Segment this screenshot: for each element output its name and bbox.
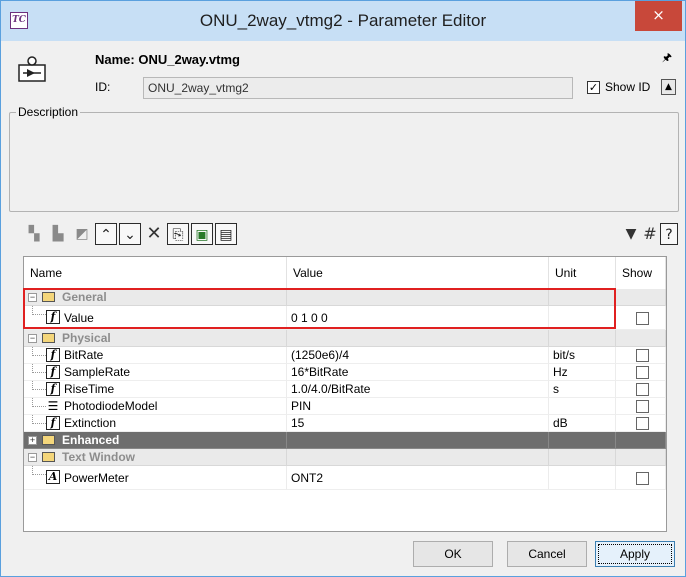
group-row-enhanced[interactable]: + Enhanced <box>24 432 666 449</box>
list-type-icon: ☰ <box>46 399 60 413</box>
param-unit[interactable] <box>549 398 616 415</box>
import-icon[interactable]: ▣ <box>191 223 213 245</box>
table-row[interactable]: f RiseTime 1.0/4.0/BitRate s <box>24 381 666 398</box>
function-type-icon: f <box>46 365 60 379</box>
param-value[interactable]: 16*BitRate <box>287 364 549 381</box>
edit-icon[interactable]: ◩ <box>71 223 93 245</box>
function-type-icon: f <box>46 348 60 362</box>
param-name: RiseTime <box>64 382 115 396</box>
group-row-text-window[interactable]: − Text Window <box>24 449 666 466</box>
group-label: Physical <box>62 331 111 345</box>
show-checkbox[interactable] <box>636 400 649 413</box>
show-checkbox[interactable] <box>636 349 649 362</box>
param-value[interactable]: (1250e6)/4 <box>287 347 549 364</box>
title-bar[interactable]: TC ONU_2way_vtmg2 - Parameter Editor × <box>1 1 685 41</box>
param-value[interactable]: 15 <box>287 415 549 432</box>
save-icon[interactable]: ▤ <box>215 223 237 245</box>
table-row[interactable]: A PowerMeter ONT2 <box>24 466 666 490</box>
new-group-icon[interactable]: ▙ <box>47 223 69 245</box>
filter-icon[interactable]: ▼ <box>622 223 640 245</box>
param-name: Extinction <box>64 416 117 430</box>
param-value[interactable]: PIN <box>287 398 549 415</box>
string-type-icon: A <box>46 470 60 484</box>
highlight-box <box>23 288 616 329</box>
show-checkbox[interactable] <box>636 417 649 430</box>
grid-icon[interactable]: # <box>641 223 659 245</box>
column-header-show[interactable]: Show <box>616 257 666 289</box>
param-unit[interactable]: Hz <box>549 364 616 381</box>
table-header: Name Value Unit Show <box>24 257 666 289</box>
function-type-icon: f <box>46 416 60 430</box>
component-name-label: Name: ONU_2way.vtmg <box>95 52 240 67</box>
param-value[interactable]: 1.0/4.0/BitRate <box>287 381 549 398</box>
param-name: PowerMeter <box>64 471 129 485</box>
component-icon <box>18 56 46 82</box>
folder-icon <box>42 452 55 462</box>
show-checkbox[interactable] <box>636 383 649 396</box>
move-down-icon[interactable]: ⌄ <box>119 223 141 245</box>
delete-icon[interactable]: ✕ <box>143 223 165 245</box>
tree-connector <box>32 398 46 407</box>
collapse-icon[interactable]: − <box>28 453 37 462</box>
description-box[interactable] <box>9 112 679 212</box>
column-header-unit[interactable]: Unit <box>549 257 616 289</box>
table-row[interactable]: f Extinction 15 dB <box>24 415 666 432</box>
param-name: BitRate <box>64 348 104 362</box>
apply-button[interactable]: Apply <box>595 541 675 567</box>
param-value[interactable]: ONT2 <box>287 466 549 490</box>
pin-icon[interactable]: 🖈 <box>660 52 674 66</box>
folder-icon <box>42 333 55 343</box>
tree-connector <box>32 466 46 475</box>
table-row[interactable]: ☰ PhotodiodeModel PIN <box>24 398 666 415</box>
group-label: Text Window <box>62 450 135 464</box>
close-button[interactable]: × <box>635 1 682 31</box>
dialog-buttons: OK Cancel Apply <box>9 541 679 573</box>
param-unit[interactable]: s <box>549 381 616 398</box>
group-row-physical[interactable]: − Physical <box>24 330 666 347</box>
tree-connector <box>32 381 46 390</box>
cancel-button[interactable]: Cancel <box>507 541 587 567</box>
show-checkbox[interactable] <box>636 312 649 325</box>
param-name: PhotodiodeModel <box>64 399 158 413</box>
show-checkbox[interactable] <box>636 472 649 485</box>
param-name: SampleRate <box>64 365 131 379</box>
folder-icon <box>42 435 55 445</box>
show-checkbox[interactable] <box>636 366 649 379</box>
view-toolbar: ▼ # ? <box>602 223 682 249</box>
group-label: Enhanced <box>62 433 120 447</box>
param-unit[interactable]: dB <box>549 415 616 432</box>
parameter-toolbar: ▚ ▙ ◩ ⌃ ⌄ ✕ ⎘ ▣ ▤ <box>23 223 283 249</box>
show-id-checkbox[interactable]: ✓ <box>587 81 600 94</box>
ok-button[interactable]: OK <box>413 541 493 567</box>
column-header-value[interactable]: Value <box>287 257 549 289</box>
id-label: ID: <box>95 80 111 94</box>
tree-connector <box>32 415 46 424</box>
window-title: ONU_2way_vtmg2 - Parameter Editor <box>199 11 487 30</box>
table-row[interactable]: f SampleRate 16*BitRate Hz <box>24 364 666 381</box>
new-parameter-icon[interactable]: ▚ <box>23 223 45 245</box>
expand-icon[interactable]: + <box>28 436 37 445</box>
help-icon[interactable]: ? <box>660 223 678 245</box>
description-label: Description <box>16 105 81 119</box>
tree-connector <box>32 364 46 373</box>
collapse-icon[interactable]: − <box>28 334 37 343</box>
column-header-name[interactable]: Name <box>24 257 287 289</box>
copy-icon[interactable]: ⎘ <box>167 223 189 245</box>
param-unit[interactable]: bit/s <box>549 347 616 364</box>
parameter-editor-window: TC ONU_2way_vtmg2 - Parameter Editor × N… <box>0 0 686 577</box>
show-id-label: Show ID <box>605 80 651 94</box>
table-row[interactable]: f BitRate (1250e6)/4 bit/s <box>24 347 666 364</box>
param-unit[interactable] <box>549 466 616 490</box>
function-type-icon: f <box>46 382 60 396</box>
collapse-header-button[interactable]: ▲ <box>661 79 676 95</box>
tree-connector <box>32 347 46 356</box>
id-field[interactable]: ONU_2way_vtmg2 <box>143 77 573 99</box>
move-up-icon[interactable]: ⌃ <box>95 223 117 245</box>
